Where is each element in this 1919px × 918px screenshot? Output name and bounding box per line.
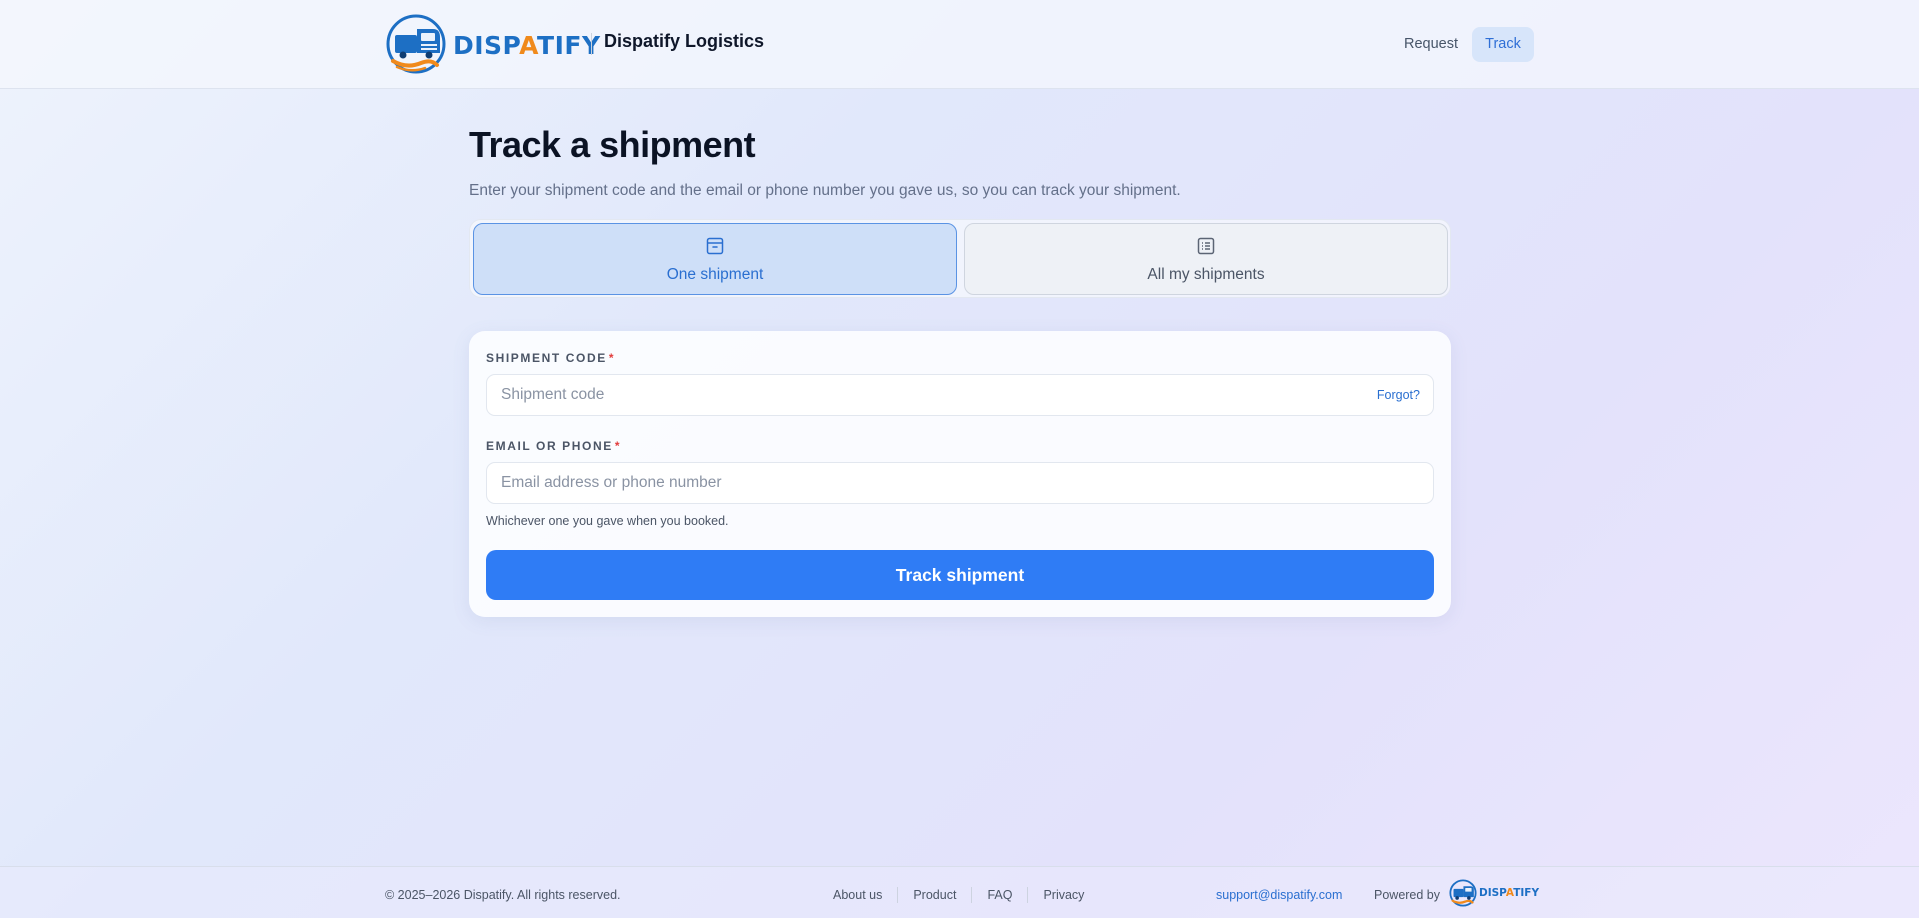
email-or-phone-label: EMAIL OR PHONE * — [486, 439, 622, 453]
archive-box-icon — [706, 237, 724, 255]
truck-logo-icon — [386, 14, 446, 74]
tab-one-shipment[interactable]: One shipment — [473, 223, 957, 295]
page-subtitle: Enter your shipment code and the email o… — [469, 182, 1181, 199]
powered-by-label: Powered by — [1374, 888, 1441, 902]
top-header: DISPATIFY Dispatify Logistics Request Tr… — [0, 0, 1919, 89]
logo-wordmark: DISPATIFY — [453, 30, 601, 60]
required-mark: * — [614, 439, 622, 453]
dispatify-logo[interactable]: DISPATIFY — [385, 11, 601, 77]
footer-link-about-us[interactable]: About us — [818, 888, 897, 902]
tab-all-shipments[interactable]: All my shipments — [964, 223, 1448, 295]
powered-by-logo[interactable]: DISPATIFY — [1449, 877, 1539, 909]
forgot-code-link[interactable]: Forgot? — [1377, 388, 1420, 402]
required-mark: * — [608, 351, 616, 365]
shipment-code-label: SHIPMENT CODE * — [486, 351, 616, 365]
track-form: SHIPMENT CODE* Forgot? EMAIL OR PHONE* W… — [469, 331, 1451, 617]
page-title: Track a shipment — [469, 124, 756, 165]
brand-name: Dispatify Logistics — [604, 31, 765, 51]
email-or-phone-input[interactable] — [501, 463, 1361, 503]
tab-one-shipment-label: One shipment — [666, 266, 764, 283]
shipment-code-field: Forgot? — [486, 374, 1434, 416]
email-or-phone-field — [486, 462, 1434, 504]
footer-link-privacy[interactable]: Privacy — [1028, 888, 1099, 902]
copyright: © 2025–2026 Dispatify. All rights reserv… — [385, 888, 621, 902]
mini-logo-wordmark: DISPATIFY — [1479, 887, 1540, 899]
nav-request-link[interactable]: Request — [1391, 27, 1471, 61]
brand-divider — [591, 33, 592, 55]
nav-track-link[interactable]: Track — [1472, 27, 1534, 62]
footer-link-product[interactable]: Product — [898, 888, 971, 902]
track-shipment-button[interactable]: Track shipment — [486, 550, 1434, 600]
tracking-mode-tabs: One shipment All my shipments — [469, 219, 1451, 298]
footer-link-faq[interactable]: FAQ — [972, 888, 1027, 902]
support-email-link[interactable]: support@dispatify.com — [1216, 888, 1342, 902]
shipment-code-input[interactable] — [501, 375, 1361, 415]
list-document-icon — [1197, 237, 1215, 255]
contact-hint: Whichever one you gave when you booked. — [486, 514, 729, 528]
tab-all-shipments-label: All my shipments — [1147, 266, 1265, 283]
footer-links: About us Product FAQ Privacy — [818, 884, 1099, 906]
footer: © 2025–2026 Dispatify. All rights reserv… — [0, 866, 1919, 918]
truck-logo-icon — [1449, 879, 1477, 907]
